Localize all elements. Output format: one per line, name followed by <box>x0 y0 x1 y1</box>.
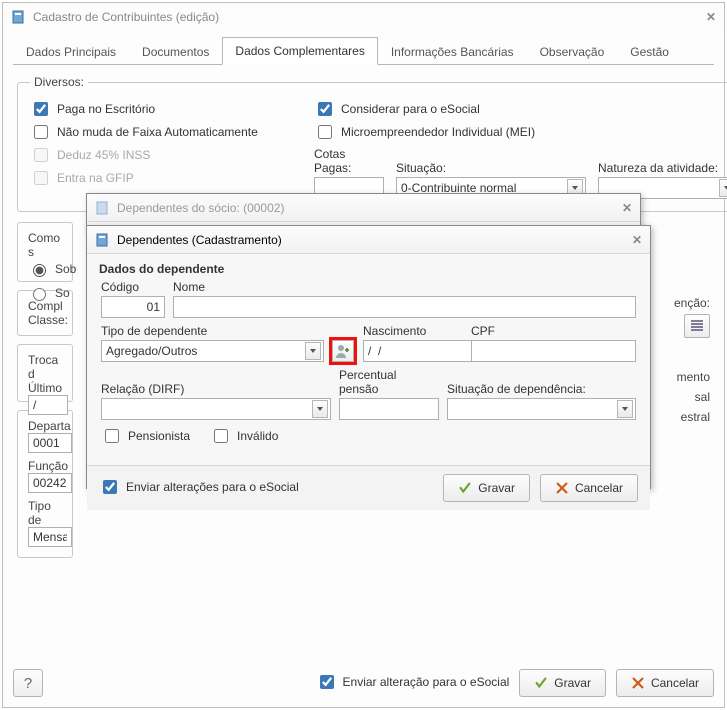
bg-compl-label: Compl <box>28 299 62 313</box>
combo-tipo-dependente[interactable]: Agregado/Outros <box>101 340 324 362</box>
lbl-situacao-dependencia: Situação de dependência: <box>447 382 636 396</box>
lbl-situacao: Situação: <box>396 161 586 175</box>
modal2-title: Dependentes (Cadastramento) <box>117 233 632 247</box>
modal-gravar-button[interactable]: Gravar <box>443 474 530 502</box>
main-title: Cadastro de Contribuintes (edição) <box>33 10 706 24</box>
tab-dados-complementares[interactable]: Dados Complementares <box>222 37 377 65</box>
bg-classe-label: Classe: <box>28 313 62 327</box>
tab-observacao[interactable]: Observação <box>527 38 618 65</box>
bg-ultimo-label: Último <box>28 381 62 395</box>
bg-funcao-label: Função <box>28 459 62 473</box>
tab-informacoes-bancarias[interactable]: Informações Bancárias <box>378 38 527 65</box>
bg-como-label: Como s <box>28 231 62 259</box>
bg-sal-label: sal <box>662 390 710 404</box>
chk-considerar-esocial[interactable]: Considerar para o eSocial <box>314 99 727 119</box>
chk-nao-muda-faixa[interactable]: Não muda de Faixa Automaticamente <box>30 122 290 142</box>
add-person-button[interactable] <box>332 340 354 362</box>
list-icon-button[interactable] <box>684 314 710 338</box>
bg-estral-label: estral <box>662 410 710 424</box>
footer-gravar-button[interactable]: Gravar <box>519 669 606 697</box>
app-icon <box>11 9 27 25</box>
input-percentual-pensao <box>339 398 439 420</box>
chevron-down-icon <box>617 400 633 418</box>
chk-footer-esocial[interactable]: Enviar alteração para o eSocial <box>316 672 510 692</box>
bg-tipo-label: Tipo de <box>28 499 62 527</box>
modal-dependentes-cadastramento: Dependentes (Cadastramento) ✕ Dados do d… <box>86 225 651 489</box>
bg-troca-label: Troca d <box>28 353 62 381</box>
group-diversos-legend: Diversos: <box>30 75 88 89</box>
input-nome[interactable] <box>173 296 636 318</box>
help-button[interactable]: ? <box>13 669 43 697</box>
input-funcao[interactable] <box>28 473 72 493</box>
chevron-down-icon <box>312 400 328 418</box>
input-tipo[interactable] <box>28 527 72 547</box>
input-cpf[interactable] <box>471 340 636 362</box>
input-codigo <box>101 296 165 318</box>
modal2-close-icon[interactable]: ✕ <box>632 233 642 247</box>
lbl-nome: Nome <box>173 280 636 294</box>
footer-cancelar-button[interactable]: Cancelar <box>616 669 714 697</box>
chk-mei[interactable]: Microempreendedor Individual (MEI) <box>314 122 727 142</box>
window-icon <box>95 200 111 216</box>
chevron-down-icon <box>719 179 727 197</box>
modal-cancelar-button[interactable]: Cancelar <box>540 474 638 502</box>
combo-relacao-dirf[interactable] <box>101 398 331 420</box>
modal1-close-icon[interactable]: ✕ <box>622 201 632 215</box>
chk-pensionista[interactable]: Pensionista <box>101 426 190 446</box>
chevron-down-icon <box>305 342 321 360</box>
combo-situacao-dependencia[interactable] <box>447 398 636 420</box>
modal1-title: Dependentes do sócio: (00002) <box>117 201 622 215</box>
group-diversos: Diversos: Paga no Escritório Não muda de… <box>17 75 727 212</box>
tab-gestao[interactable]: Gestão <box>617 38 682 65</box>
lbl-codigo: Código <box>101 280 165 294</box>
footer-bar: ? Enviar alteração para o eSocial Gravar… <box>13 669 714 697</box>
radio-sob[interactable] <box>33 264 46 277</box>
input-departamento[interactable] <box>28 433 72 453</box>
lbl-percentual-pensao: Percentual pensão <box>339 368 439 396</box>
chk-paga-escritorio[interactable]: Paga no Escritório <box>30 99 290 119</box>
chk-deduz-inss: Deduz 45% INSS <box>30 145 290 165</box>
main-titlebar: Cadastro de Contribuintes (edição) ✕ <box>3 3 724 31</box>
lbl-tipo-dependente: Tipo de dependente <box>101 324 324 338</box>
lbl-nascimento: Nascimento <box>363 324 463 338</box>
close-icon[interactable]: ✕ <box>706 10 716 24</box>
input-ultimo[interactable] <box>28 395 68 415</box>
window-icon <box>95 232 111 248</box>
bg-encao-label: enção: <box>662 296 710 310</box>
tab-dados-principais[interactable]: Dados Principais <box>13 38 129 65</box>
bg-mento-label: mento <box>662 370 710 384</box>
lbl-natureza: Natureza da atividade: <box>598 161 727 175</box>
chk-invalido[interactable]: Inválido <box>210 426 278 446</box>
lbl-relacao-dirf: Relação (DIRF) <box>101 382 331 396</box>
bg-depart-label: Departa <box>28 419 62 433</box>
tab-documentos[interactable]: Documentos <box>129 38 222 65</box>
lbl-cpf: CPF <box>471 324 636 338</box>
section-dados-dependente: Dados do dependente <box>87 254 650 280</box>
lbl-cotas-pagas: Cotas Pagas: <box>314 147 384 175</box>
tabstrip: Dados Principais Documentos Dados Comple… <box>13 37 714 65</box>
chk-entra-gfip: Entra na GFIP <box>30 168 290 188</box>
chk-modal-esocial[interactable]: Enviar alterações para o eSocial <box>99 477 299 497</box>
